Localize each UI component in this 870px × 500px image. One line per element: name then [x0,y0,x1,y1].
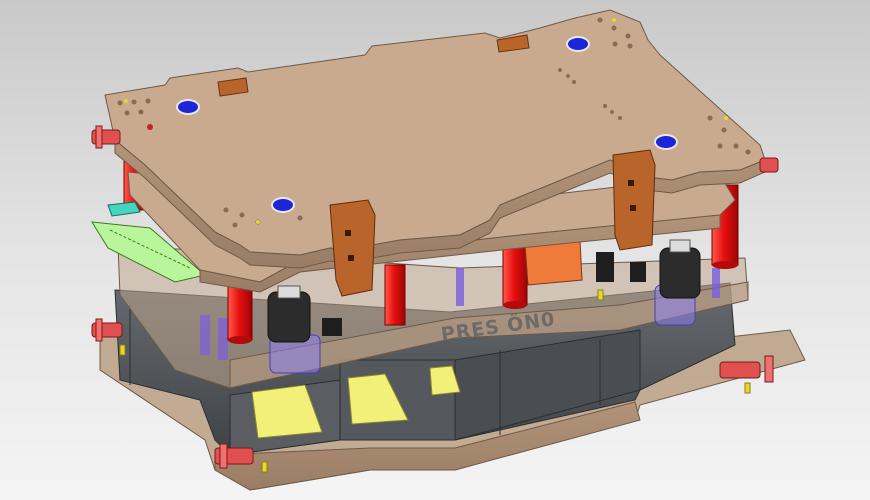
cylinder-left [267,291,311,343]
top-bolt-hole-3 [654,134,678,150]
top-bolt-hole-1 [176,99,200,115]
guide-pillar-mid-2 [384,264,406,326]
bracket-right [612,149,656,251]
top-bolt-hole-2 [566,36,590,52]
die-assembly-model: PRES ÖN0 [91,9,806,491]
clamp-top-right [759,157,779,173]
bracket-left [329,199,376,297]
cad-viewport[interactable]: PRES ÖN0 [0,0,870,500]
top-bolt-hole-4 [271,197,295,213]
cylinder-right [659,247,701,299]
clamp-bottom-left [214,443,254,469]
